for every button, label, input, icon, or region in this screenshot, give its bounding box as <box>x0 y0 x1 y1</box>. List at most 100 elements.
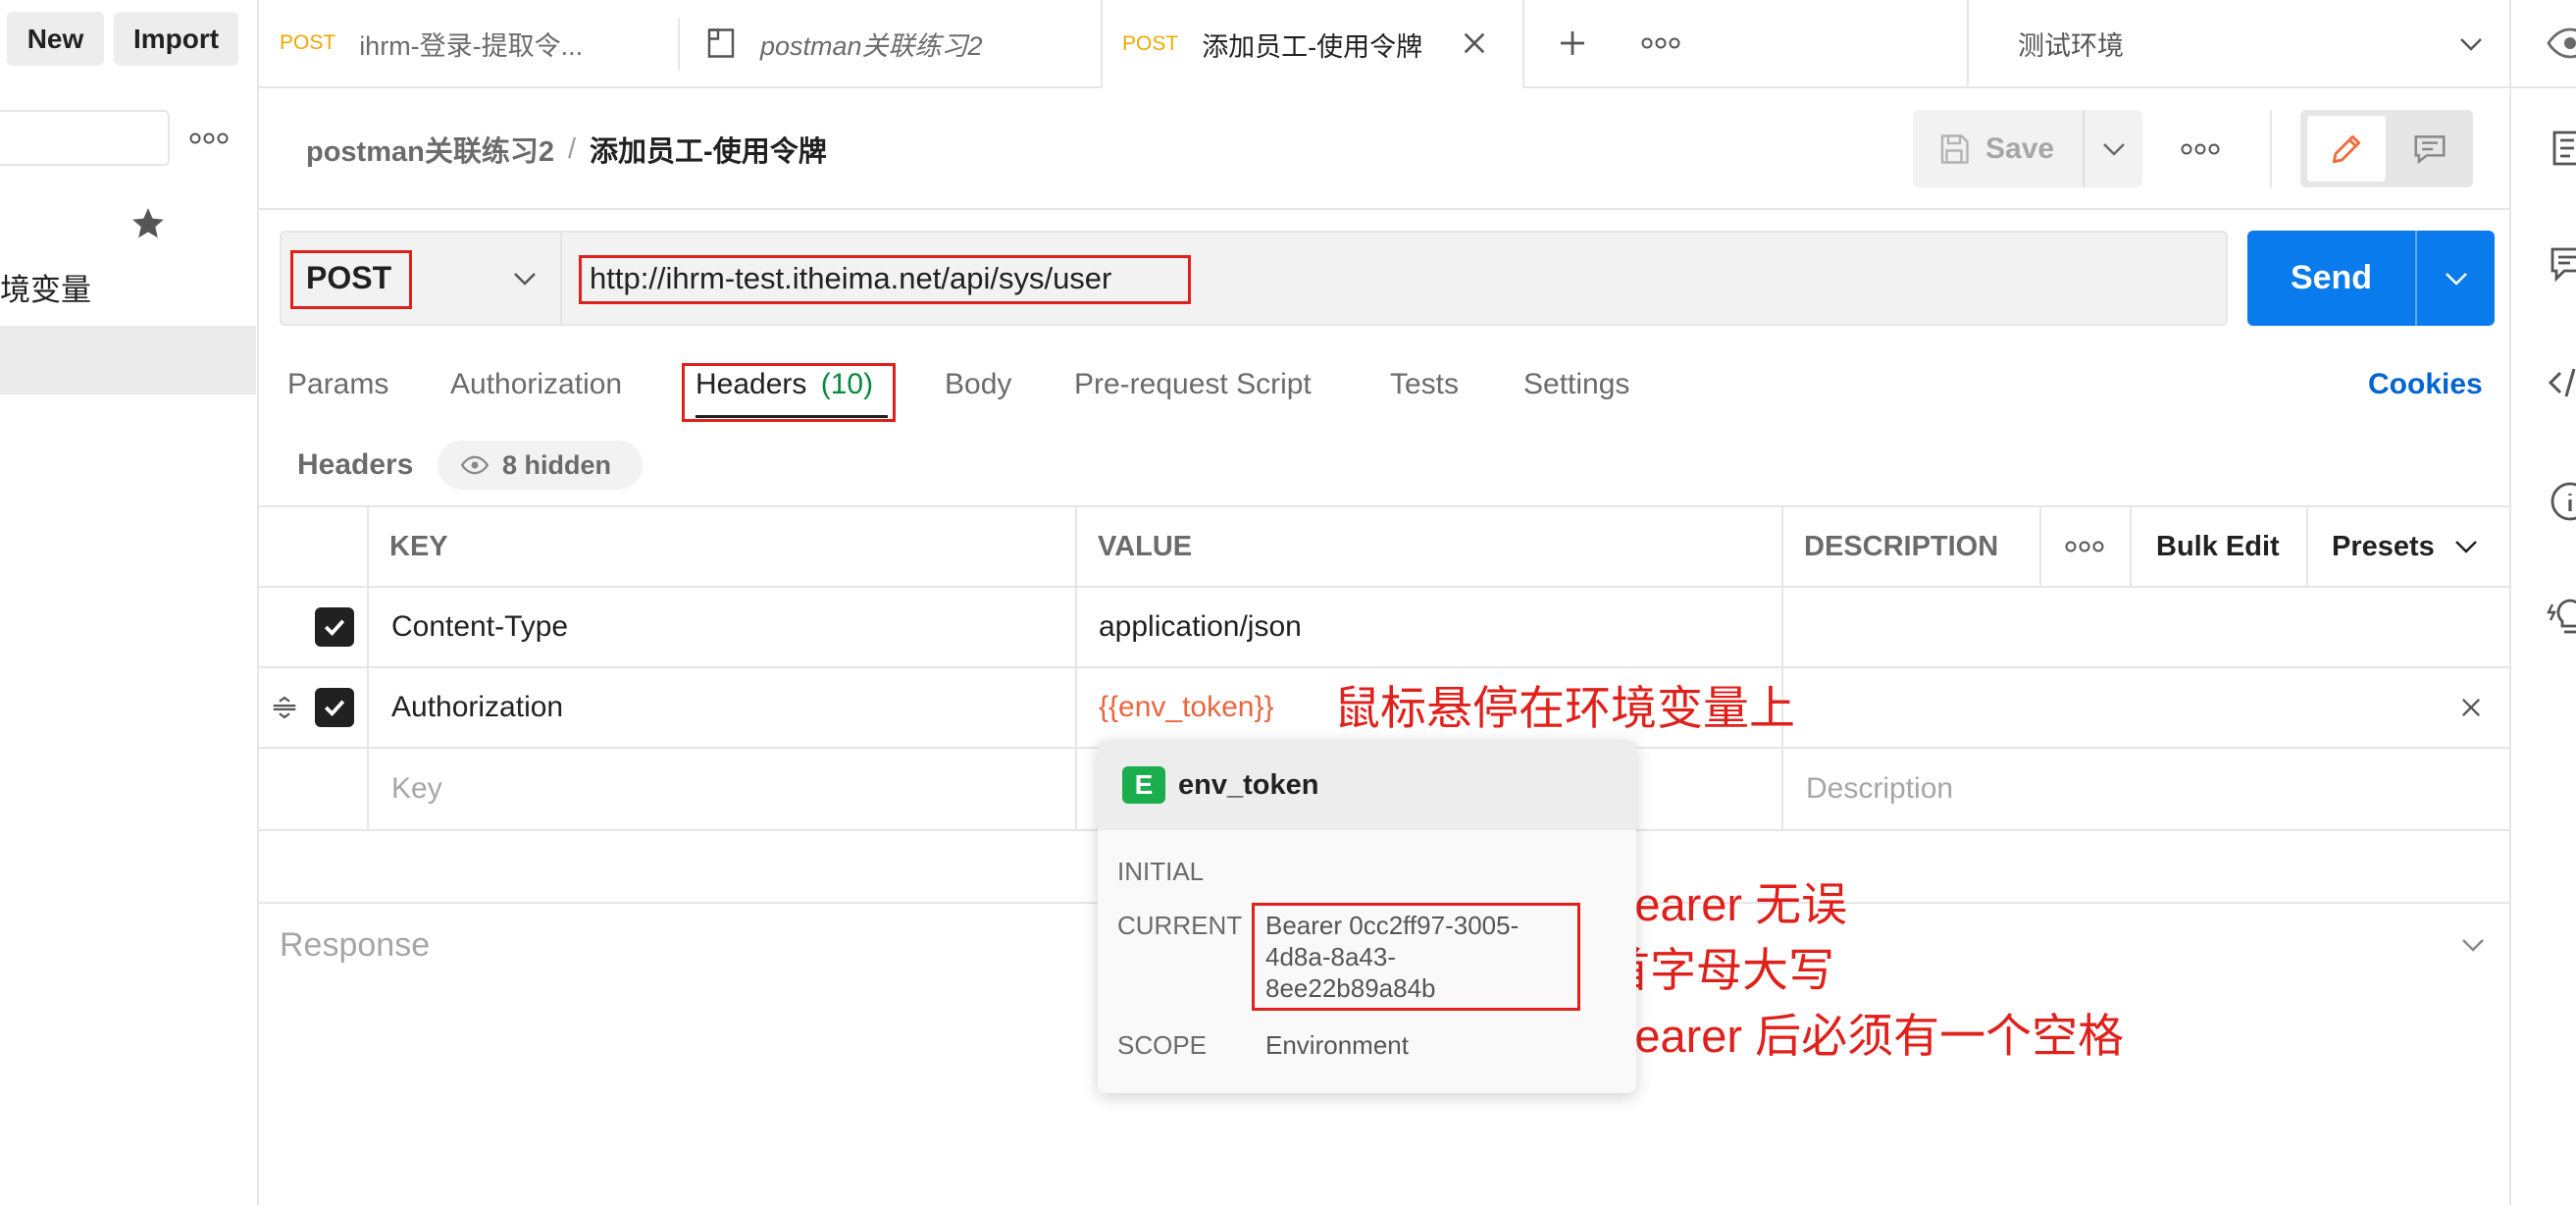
comments-icon[interactable] <box>2547 243 2576 283</box>
annotation-box-current-value <box>1252 903 1580 1011</box>
tab-authorization[interactable]: Authorization <box>450 365 622 404</box>
breadcrumb-border <box>259 208 2509 210</box>
tab-method-label: POST <box>1122 32 1179 55</box>
save-icon <box>1936 131 1972 167</box>
tab-bar-border-right <box>1524 86 2576 88</box>
save-options-button[interactable] <box>2085 110 2142 187</box>
sidebar-item-label[interactable]: 境变量 <box>0 271 91 310</box>
header-enabled-checkbox[interactable] <box>315 688 354 727</box>
popover-header: E env_token <box>1098 740 1636 830</box>
right-rail-border <box>2509 0 2511 1205</box>
initial-label: INITIAL <box>1117 857 1205 886</box>
view-toggle-group <box>2300 110 2473 187</box>
new-description-placeholder[interactable]: Description <box>1806 769 1953 809</box>
header-enabled-checkbox[interactable] <box>315 607 354 647</box>
header-key-cell[interactable]: Authorization <box>391 688 563 727</box>
scope-label: SCOPE <box>1117 1030 1208 1060</box>
cookies-link[interactable]: Cookies <box>2368 365 2483 404</box>
send-button[interactable]: Send <box>2247 231 2415 326</box>
sidebar-selected-row[interactable] <box>0 326 256 394</box>
bearer-annotation-group: Bearer 无误 首字母大写 Bearer 后必须有一个空格 <box>1604 871 2124 1069</box>
table-column-divider <box>1075 506 1077 830</box>
new-button[interactable]: New <box>7 12 104 66</box>
edit-mode-button[interactable] <box>2307 116 2386 182</box>
annotation-note: Bearer 后必须有一个空格 <box>1604 1010 2125 1062</box>
new-tab-plus-icon[interactable] <box>1557 27 1588 59</box>
chevron-down-icon <box>513 272 537 286</box>
variable-popover: E env_token INITIAL CURRENT Bearer 0cc2f… <box>1098 740 1636 1093</box>
tab-method-label: POST <box>280 31 336 54</box>
tab-title: ihrm-登录-提取令... <box>359 30 584 61</box>
chevron-down-icon <box>2102 142 2126 156</box>
delete-row-icon[interactable] <box>2457 694 2485 721</box>
code-snippet-icon[interactable] <box>2547 363 2576 402</box>
breadcrumb-separator: / <box>567 132 577 165</box>
toolbar-divider <box>2270 110 2272 187</box>
send-options-button[interactable] <box>2417 231 2495 326</box>
star-icon[interactable] <box>129 205 167 242</box>
tab-pre-request-script[interactable]: Pre-request Script <box>1074 365 1312 404</box>
header-key-cell[interactable]: Content-Type <box>391 607 568 647</box>
environment-badge: E <box>1122 766 1165 804</box>
column-header-key: KEY <box>389 531 448 562</box>
info-icon[interactable] <box>2547 482 2576 521</box>
annotation-box-method <box>290 250 412 309</box>
env-variable-value-cell[interactable]: {{env_token}} <box>1099 688 1274 727</box>
pencil-icon <box>2328 131 2365 168</box>
chevron-down-icon[interactable] <box>2454 540 2478 553</box>
breadcrumb-collection[interactable]: postman关联练习2 <box>306 129 554 170</box>
annotation-box-url <box>579 255 1191 304</box>
column-header-description: DESCRIPTION <box>1804 531 1999 562</box>
tab-collection[interactable]: postman关联练习2 <box>680 0 1101 86</box>
tab-add-employee[interactable]: POST 添加员工-使用令牌 <box>1101 0 1524 88</box>
table-border <box>259 505 2509 507</box>
eye-icon <box>461 451 489 479</box>
tab-params[interactable]: Params <box>287 365 388 404</box>
annotation-note: Bearer 无误 <box>1604 878 1848 930</box>
save-label: Save <box>1985 131 2055 165</box>
tab-ihrm-login[interactable]: POST ihrm-登录-提取令... <box>259 0 678 86</box>
response-label[interactable]: Response <box>280 924 430 966</box>
save-button[interactable]: Save <box>1913 110 2083 187</box>
annotation-hover-note: 鼠标悬停在环境变量上 <box>1334 682 1795 734</box>
bulk-edit-button[interactable]: Bulk Edit <box>2156 527 2280 566</box>
sidebar-more-icon[interactable] <box>189 131 229 145</box>
send-label: Send <box>2290 259 2373 296</box>
column-header-value: VALUE <box>1098 531 1193 562</box>
current-label: CURRENT <box>1117 911 1243 940</box>
tab-title: postman关联练习2 <box>760 30 983 61</box>
tab-tests[interactable]: Tests <box>1390 365 1459 404</box>
table-column-divider <box>2306 506 2308 587</box>
tab-body[interactable]: Body <box>945 365 1011 404</box>
close-tab-icon[interactable] <box>1459 27 1490 59</box>
table-more-icon[interactable] <box>2065 540 2104 553</box>
tab-settings[interactable]: Settings <box>1523 365 1629 404</box>
documentation-icon[interactable] <box>2547 129 2576 168</box>
headers-section-title: Headers <box>297 448 414 481</box>
save-button-group: Save <box>1913 110 2142 187</box>
environment-quick-look-eye-icon[interactable] <box>2547 24 2576 63</box>
import-button[interactable]: Import <box>114 12 238 66</box>
lightbulb-icon[interactable] <box>2547 597 2576 636</box>
hidden-headers-toggle[interactable]: 8 hidden <box>438 441 643 490</box>
environment-selector[interactable]: 测试环境 <box>1969 0 2509 86</box>
environment-label: 测试环境 <box>2018 30 2124 61</box>
variable-name: env_token <box>1178 768 1319 801</box>
table-column-divider <box>1781 506 1783 830</box>
request-more-icon[interactable] <box>2181 142 2220 156</box>
breadcrumb: postman关联练习2 / 添加员工-使用令牌 <box>306 124 827 175</box>
table-column-divider <box>2039 506 2041 587</box>
table-column-divider <box>2130 506 2132 587</box>
tab-title: 添加员工-使用令牌 <box>1202 31 1423 62</box>
annotation-note: 首字母大写 <box>1604 944 1834 996</box>
header-value-cell[interactable]: application/json <box>1099 607 1302 647</box>
breadcrumb-request[interactable]: 添加员工-使用令牌 <box>590 129 827 170</box>
presets-button[interactable]: Presets <box>2332 527 2435 566</box>
sidebar-search-input[interactable] <box>0 110 170 166</box>
drag-handle-icon[interactable] <box>269 693 300 722</box>
tab-more-icon[interactable] <box>1641 36 1680 50</box>
chevron-down-icon[interactable] <box>2461 938 2485 952</box>
comments-mode-button[interactable] <box>2391 116 2469 182</box>
annotation-box-headers-tab <box>682 363 896 422</box>
new-key-placeholder[interactable]: Key <box>391 769 442 809</box>
